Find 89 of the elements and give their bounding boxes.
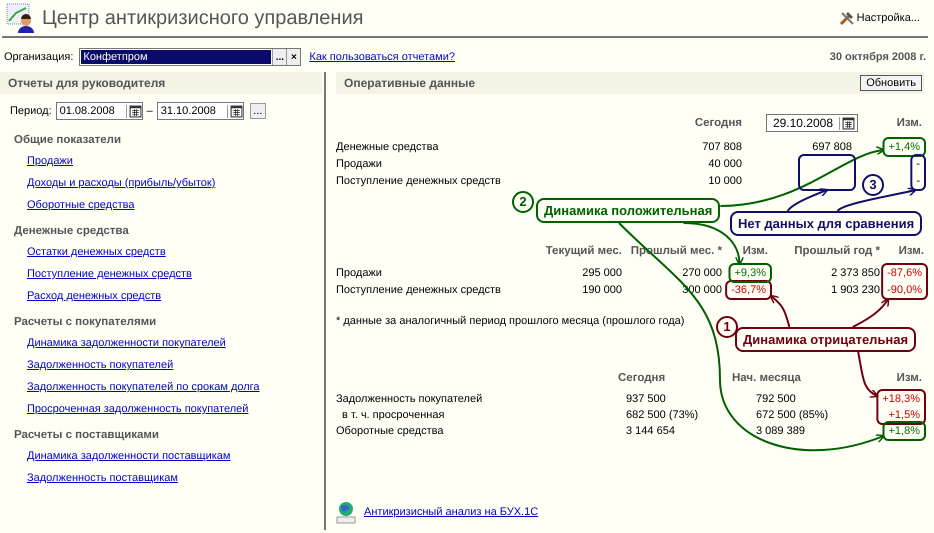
report-link[interactable]: Задолженность поставщикам (27, 472, 178, 484)
clear-button[interactable]: × (286, 49, 300, 65)
row-label: Денежные средства (336, 140, 440, 154)
web-link[interactable]: Антикризисный анализ на БУХ.1С (364, 506, 538, 518)
report-link[interactable]: Продажи (27, 155, 73, 167)
change-value: +18,3% (881, 392, 921, 406)
column-header: Сегодня (618, 371, 666, 385)
period-label: Период: (10, 105, 52, 117)
window-title: Центр антикризисного управления (42, 6, 364, 30)
table-cell-text: 3 089 389 (756, 424, 806, 438)
callout-number: 3 (862, 174, 884, 196)
column-header: Изм. (896, 371, 922, 385)
callout-number: 1 (716, 316, 738, 338)
report-link[interactable]: Остатки денежных средств (27, 246, 166, 258)
calendar-icon[interactable] (226, 104, 243, 118)
table-cell-text: 792 500 (756, 392, 797, 406)
change-value: +1,5% (888, 408, 921, 422)
change-value: +9,3% (734, 266, 767, 280)
help-link[interactable]: Как пользоваться отчетами? (309, 51, 455, 63)
table-cell-text: 707 808 (701, 140, 742, 154)
table-cell-text: 697 808 (811, 140, 852, 154)
date-field[interactable]: 01.08.2008 (56, 102, 143, 120)
callout-label: Динамика положительная (536, 198, 720, 223)
table-cell-text: 295 000 (581, 266, 622, 280)
manager-chart-icon (6, 3, 36, 33)
column-header: Изм. (898, 244, 924, 258)
row-label: Оборотные средства (336, 424, 444, 438)
row-label: Задолженность покупателей (336, 392, 484, 406)
calendar-icon[interactable] (126, 104, 142, 118)
table-cell-text: 937 500 (626, 392, 667, 406)
row-label: Продажи (336, 266, 383, 280)
change-value: -36,7% (730, 283, 767, 297)
organization-label: Организация: (4, 51, 74, 63)
row-label: в т. ч. просроченная (341, 408, 446, 422)
report-link[interactable]: Поступление денежных средств (27, 268, 192, 280)
group-title: Расчеты с покупателями (14, 316, 158, 328)
table-cell-text: 682 500 (73%) (626, 408, 700, 422)
column-header: Прошлый год * (793, 244, 880, 258)
report-link[interactable]: Задолженность покупателей по срокам долга (27, 381, 260, 393)
compare-date-field[interactable]: 29.10.2008 (766, 114, 858, 132)
column-header: Текущий мес. (544, 244, 622, 258)
table-cell-text: 270 000 (681, 266, 722, 280)
select-button[interactable]: ... (272, 49, 286, 65)
dash: – (146, 105, 153, 117)
callout-label: Динамика отрицательная (735, 327, 916, 352)
current-date: 30 октября 2008 г. (830, 51, 926, 63)
row-label: Поступление денежных средств (336, 174, 502, 188)
column-header: Сегодня (694, 116, 742, 130)
callout-number: 2 (512, 191, 534, 213)
table-cell-text: 672 500 (85%) (756, 408, 830, 422)
change-value: -87,6% (886, 266, 923, 280)
table-cell-text: 190 000 (581, 283, 622, 297)
column-header: Изм. (896, 116, 922, 130)
table-cell-text: 10 000 (707, 174, 742, 188)
table-cell-text: 1 903 230 (830, 283, 880, 297)
report-link[interactable]: Расход денежных средств (27, 290, 162, 302)
change-value: +1,8% (888, 424, 921, 438)
tools-icon (838, 10, 855, 26)
change-value: - (915, 157, 921, 171)
period-button[interactable]: ... (250, 103, 266, 119)
refresh-button[interactable]: Обновить (860, 75, 922, 91)
panel-title: Оперативные данные (344, 76, 476, 90)
organization-field[interactable]: Конфетпром ... × (79, 48, 302, 66)
report-link[interactable]: Динамика задолженности поставщикам (27, 450, 230, 462)
footnote: * данные за аналогичный период прошлого месяца (прошлого года) (336, 315, 684, 327)
date-field[interactable]: 31.10.2008 (156, 102, 244, 120)
group-title: Общие показатели (14, 134, 122, 146)
globe-icon (336, 500, 356, 524)
calendar-icon[interactable] (839, 116, 855, 130)
table-cell-text: 40 000 (707, 157, 742, 171)
group-title: Денежные средства (14, 225, 130, 237)
report-link[interactable]: Задолженность покупателей (27, 359, 174, 371)
panel-header: Отчеты для руководителя (0, 72, 322, 94)
column-header: Изм. (742, 244, 768, 258)
table-cell-text: 3 144 654 (626, 424, 676, 438)
table-cell-text: 2 373 850 (830, 266, 880, 280)
callout-label: Нет данных для сравнения (730, 211, 922, 236)
report-link[interactable]: Динамика задолженности покупателей (27, 337, 226, 349)
change-value: - (915, 174, 921, 188)
report-link[interactable]: Просроченная задолженность покупателей (27, 403, 248, 415)
row-label: Поступление денежных средств (336, 283, 502, 297)
report-link[interactable]: Доходы и расходы (прибыль/убыток) (27, 177, 216, 189)
row-label: Продажи (336, 157, 383, 171)
group-title: Расчеты с поставщиками (14, 429, 160, 441)
column-header: Нач. месяца (732, 371, 801, 385)
settings-button[interactable]: Настройка... (838, 10, 920, 26)
change-value: -90,0% (886, 283, 923, 297)
report-link[interactable]: Оборотные средства (27, 199, 134, 211)
change-value: +1,4% (888, 140, 921, 154)
